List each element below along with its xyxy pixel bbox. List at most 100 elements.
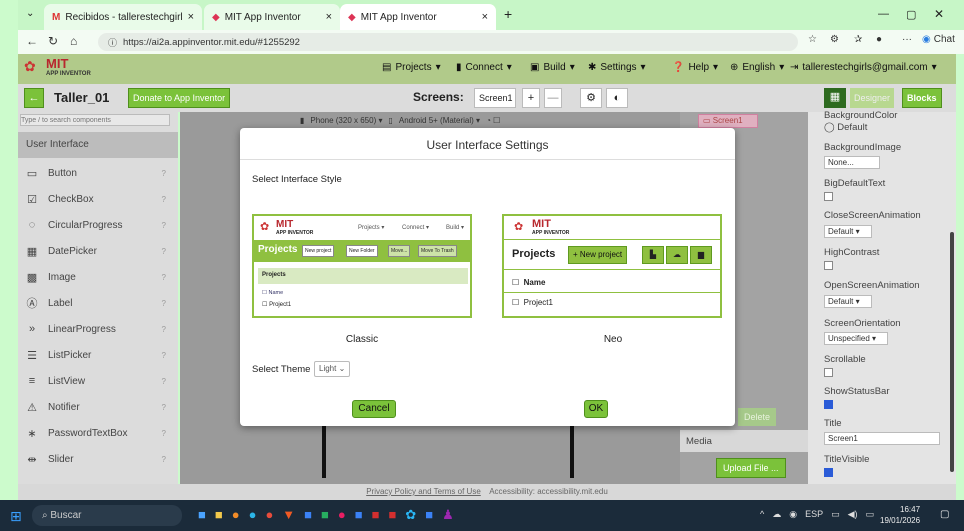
battery-icon[interactable]: ▭ bbox=[866, 509, 875, 520]
refresh-icon[interactable]: ↻ bbox=[48, 34, 58, 48]
profile-icon[interactable]: ● bbox=[876, 34, 882, 45]
help-icon[interactable]: ? bbox=[162, 195, 166, 204]
back-to-projects-button[interactable]: ← bbox=[24, 88, 44, 108]
new-tab-icon[interactable]: + bbox=[504, 6, 512, 22]
minimize-icon[interactable]: — bbox=[878, 8, 889, 20]
favorite-icon[interactable]: ☆ bbox=[808, 34, 817, 45]
toggle-panel-button[interactable]: ▦ bbox=[824, 88, 846, 108]
theme-toggle-button[interactable]: ◐ bbox=[606, 88, 628, 108]
volume-icon[interactable]: ◀) bbox=[848, 509, 858, 520]
palette-item-datepicker[interactable]: ▦ DatePicker? bbox=[18, 238, 178, 264]
close-tab-icon[interactable]: × bbox=[188, 11, 194, 23]
site-info-icon[interactable]: ⓘ bbox=[108, 36, 117, 49]
app-icon[interactable]: ■ bbox=[304, 507, 312, 523]
palette-item-checkbox[interactable]: ☑ CheckBox? bbox=[18, 186, 178, 212]
help-icon[interactable]: ? bbox=[162, 169, 166, 178]
cloud-icon[interactable]: ☁ bbox=[772, 509, 781, 520]
palette-item-listview[interactable]: ≡ ListView? bbox=[18, 368, 178, 394]
file-explorer-icon[interactable]: ■ bbox=[215, 507, 223, 523]
ok-button[interactable]: OK bbox=[584, 400, 608, 418]
network-icon[interactable]: ▭ bbox=[831, 509, 840, 520]
classic-style-option[interactable]: ✿ MIT APP INVENTOR Projects ▾ Connect ▾ … bbox=[252, 214, 472, 318]
app-icon[interactable]: ■ bbox=[372, 507, 380, 523]
back-icon[interactable]: ← bbox=[26, 34, 38, 48]
accessibility-link[interactable]: Accessibility: accessibility.mit.edu bbox=[489, 487, 608, 496]
palette-item-circularprogress[interactable]: ◌ CircularProgress? bbox=[18, 212, 178, 238]
help-icon[interactable]: ? bbox=[162, 273, 166, 282]
donate-button[interactable]: Donate to App Inventor bbox=[128, 88, 231, 108]
remove-screen-button[interactable]: — bbox=[544, 88, 562, 108]
menu-settings[interactable]: ✱ Settings ▾ bbox=[588, 62, 646, 73]
help-icon[interactable]: ? bbox=[162, 325, 166, 334]
palette-item-linearprogress[interactable]: » LinearProgress? bbox=[18, 316, 178, 342]
neo-style-option[interactable]: ✿ MIT APP INVENTOR Projects + New projec… bbox=[502, 214, 722, 318]
prop-show-status-bar-checkbox[interactable] bbox=[824, 400, 833, 409]
copilot-chat-button[interactable]: ◉ Chat bbox=[922, 34, 955, 45]
palette-item-label[interactable]: Ⓐ Label? bbox=[18, 290, 178, 316]
language-indicator[interactable]: ESP bbox=[805, 509, 823, 520]
mit-logo[interactable]: ✿ MIT APP INVENTOR bbox=[24, 56, 114, 82]
maximize-icon[interactable]: ▢ bbox=[906, 8, 916, 21]
photoshop-icon[interactable]: ■ bbox=[355, 507, 363, 523]
blocks-button[interactable]: Blocks bbox=[902, 88, 942, 108]
screen1-node[interactable]: ▭ Screen1 bbox=[698, 114, 758, 128]
help-icon[interactable]: ? bbox=[162, 455, 166, 464]
teams-icon[interactable]: ♟ bbox=[442, 507, 454, 523]
theme-select[interactable]: Light ⌄ bbox=[314, 361, 351, 377]
taskbar-clock[interactable]: 16:47 19/01/2026 bbox=[880, 504, 920, 526]
close-tab-icon[interactable]: × bbox=[326, 11, 332, 23]
taskbar-search[interactable]: ⌕ Buscar bbox=[32, 505, 182, 526]
phone-size-select[interactable]: Phone (320 x 650) ▾ bbox=[310, 116, 382, 125]
project-properties-button[interactable]: ⚙ bbox=[580, 88, 602, 108]
app-icon[interactable]: ■ bbox=[321, 507, 329, 523]
prop-background-color-value[interactable]: ◯ Default bbox=[824, 122, 867, 133]
hidden-components-icon[interactable]: ◔ ☐ bbox=[486, 116, 500, 125]
palette-item-notifier[interactable]: ⚠ Notifier? bbox=[18, 394, 178, 420]
task-view-icon[interactable]: ■ bbox=[198, 507, 206, 523]
security-icon[interactable]: ◉ bbox=[789, 509, 797, 520]
palette-item-slider[interactable]: ⇹ Slider? bbox=[18, 446, 178, 472]
home-icon[interactable]: ⌂ bbox=[70, 34, 77, 48]
url-field[interactable]: ⓘ https://ai2a.appinventor.mit.edu/#1255… bbox=[98, 33, 798, 51]
menu-connect[interactable]: ▮ Connect ▾ bbox=[456, 62, 512, 73]
extensions-icon[interactable]: ⚙ bbox=[830, 34, 839, 45]
tab-app-inventor-active[interactable]: ◆ MIT App Inventor × bbox=[340, 4, 496, 30]
menu-projects[interactable]: ▤ Projects ▾ bbox=[382, 62, 441, 73]
screen-select[interactable]: Screen1 ▾ bbox=[474, 88, 516, 121]
prop-background-image-field[interactable]: None... bbox=[824, 156, 880, 169]
app-icon[interactable]: ✿ bbox=[405, 507, 416, 523]
chrome-icon[interactable]: ● bbox=[265, 507, 273, 523]
menu-help[interactable]: ❓ Help ▾ bbox=[672, 62, 718, 73]
menu-language[interactable]: ⊕ English ▾ bbox=[730, 62, 784, 73]
tab-gmail[interactable]: M Recibidos - tallerestechgirls@gmail...… bbox=[44, 4, 202, 30]
theme-select[interactable]: Android 5+ (Material) ▾ bbox=[399, 116, 480, 125]
app-icon[interactable]: ● bbox=[232, 507, 240, 523]
help-icon[interactable]: ? bbox=[162, 403, 166, 412]
tab-list-icon[interactable]: ⌄ bbox=[26, 8, 34, 19]
palette-item-button[interactable]: ▭ Button? bbox=[18, 160, 178, 186]
close-window-icon[interactable]: ✕ bbox=[934, 7, 944, 21]
prop-close-screen-animation-select[interactable]: Default ▾ bbox=[824, 225, 872, 238]
palette-category-user-interface[interactable]: User Interface bbox=[18, 132, 178, 158]
edge-icon[interactable]: ● bbox=[249, 507, 257, 523]
help-icon[interactable]: ? bbox=[162, 351, 166, 360]
palette-search-input[interactable] bbox=[20, 114, 170, 126]
app-icon[interactable]: ■ bbox=[425, 507, 433, 523]
chevron-up-icon[interactable]: ^ bbox=[760, 509, 764, 520]
help-icon[interactable]: ? bbox=[162, 299, 166, 308]
prop-title-field[interactable]: Screen1 bbox=[824, 432, 940, 445]
tab-app-inventor-1[interactable]: ◆ MIT App Inventor × bbox=[204, 4, 340, 30]
cancel-button[interactable]: Cancel bbox=[352, 400, 396, 418]
help-icon[interactable]: ? bbox=[162, 429, 166, 438]
designer-button[interactable]: Designer bbox=[850, 88, 895, 108]
prop-big-default-text-checkbox[interactable] bbox=[824, 192, 833, 201]
palette-item-image[interactable]: ▩ Image? bbox=[18, 264, 178, 290]
prop-title-visible-checkbox[interactable] bbox=[824, 468, 833, 477]
prop-open-screen-animation-select[interactable]: Default ▾ bbox=[824, 295, 872, 308]
favorites-bar-icon[interactable]: ✰ bbox=[854, 34, 862, 45]
add-screen-button[interactable]: + bbox=[522, 88, 540, 108]
privacy-link[interactable]: Privacy Policy and Terms of Use bbox=[366, 487, 481, 496]
notifications-icon[interactable]: ▢ bbox=[940, 509, 949, 520]
upload-file-button[interactable]: Upload File ... bbox=[716, 458, 786, 478]
prop-scrollable-checkbox[interactable] bbox=[824, 368, 833, 377]
